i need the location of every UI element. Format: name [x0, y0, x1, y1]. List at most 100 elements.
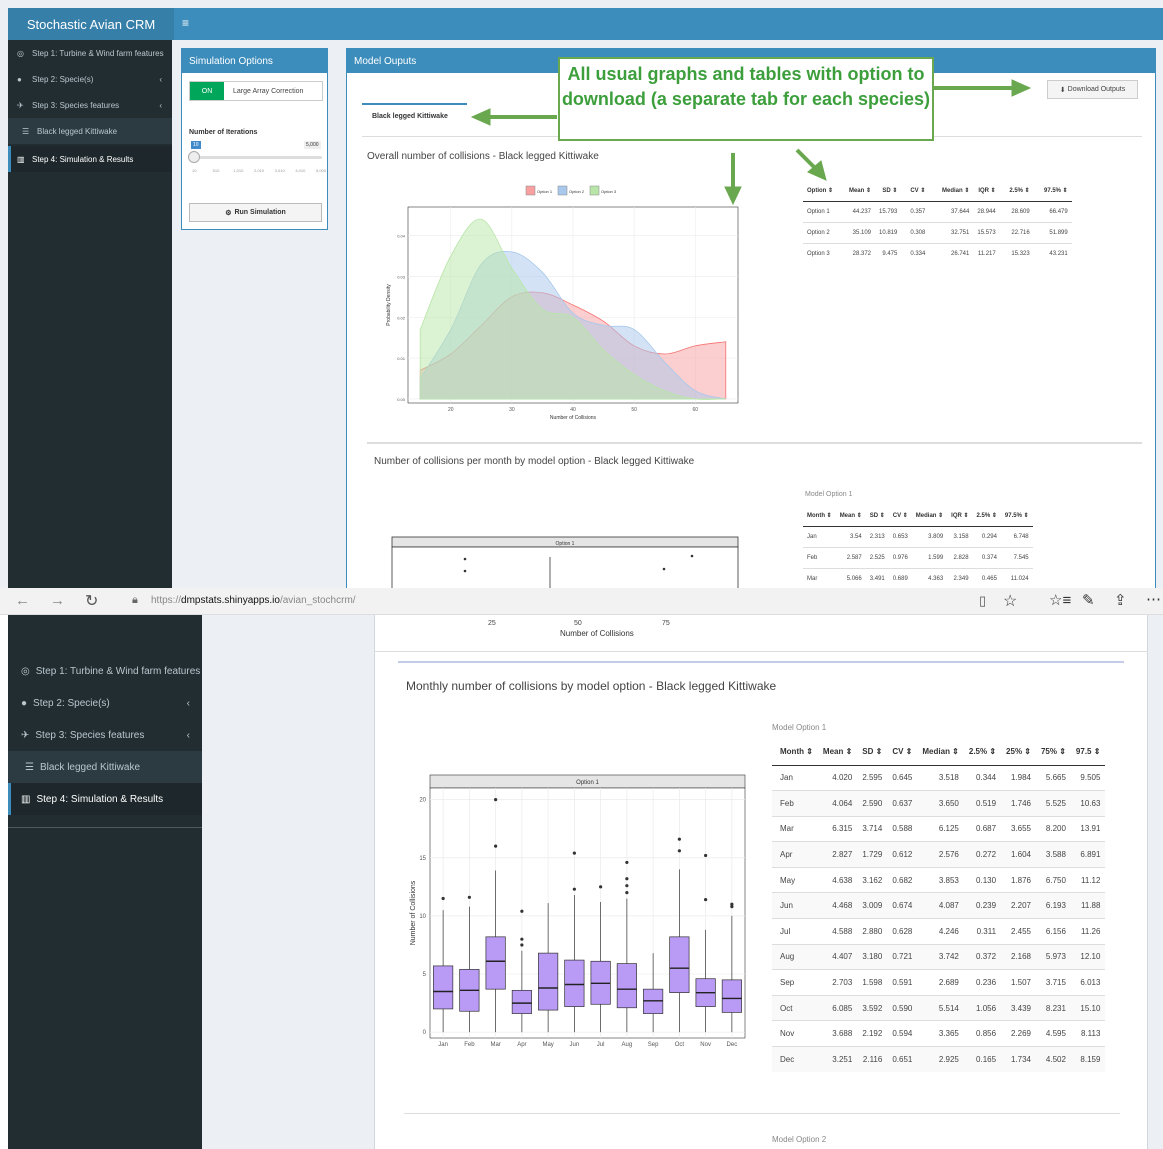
table-cell: 3.009 [857, 892, 888, 919]
more-icon[interactable]: ⋯ [1146, 590, 1161, 608]
outlier-point [677, 837, 681, 841]
sidebar: ◎ Step 1: Turbine & Wind farm features ● S… [8, 615, 202, 1149]
outlier-point [463, 569, 467, 573]
column-header[interactable]: Month ⇕ [772, 739, 818, 766]
table-cell: 0.721 [887, 943, 918, 970]
table-header-row: Month ⇕ Mean ⇕ SD ⇕ CV ⇕ Median ⇕ IQR ⇕ 2.5% ⇕… [803, 506, 1033, 527]
forward-icon[interactable]: → [50, 592, 65, 609]
month-table-container: Month ⇕ Mean ⇕ SD ⇕ CV ⇕ Median ⇕ 2.5% ⇕ 25% ⇕… [772, 739, 1163, 1073]
back-icon[interactable]: ← [15, 592, 30, 609]
sidebar-item-kittiwake[interactable]: ☰ Black legged Kittiwake [8, 751, 202, 783]
table-cell: 0.682 [887, 866, 918, 893]
column-header[interactable]: Mean ⇕ [817, 739, 858, 766]
column-header[interactable]: 97.5% ⇕ [1000, 506, 1033, 527]
pen-icon[interactable]: ✎ [1082, 591, 1095, 609]
table-cell: 0.687 [963, 815, 1002, 842]
table-cell: 4.588 [817, 918, 858, 945]
x-tick-label: May [542, 1042, 553, 1048]
month-table-container: Month ⇕ Mean ⇕ SD ⇕ CV ⇕ Median ⇕ IQR ⇕ 2.5% ⇕… [803, 506, 1033, 588]
table-cell: 3.251 [817, 1046, 858, 1073]
table-cell: Oct [772, 994, 818, 1021]
y-tick-label: 15 [419, 856, 426, 862]
table-cell: 1.604 [1001, 841, 1036, 868]
dashboard-icon: ◎ [21, 665, 30, 677]
table-cell: 0.651 [887, 1046, 918, 1073]
table-row: Apr 2.827 1.729 0.612 2.576 0.272 1.604 3.588 6.… [772, 841, 1106, 868]
reading-view-icon[interactable]: ▯ [979, 593, 986, 609]
section-divider [398, 661, 1124, 663]
favorites-hub-icon[interactable]: ☆≡ [1049, 591, 1071, 609]
table-cell: 11.88 [1070, 892, 1106, 919]
column-header[interactable]: 2.5% ⇕ [972, 506, 1001, 527]
column-header[interactable]: 97.5 ⇕ [1070, 739, 1106, 766]
outlier-point [625, 877, 629, 881]
sidebar-item-label: Step 1: Turbine & Wind farm features [35, 665, 201, 677]
y-tick-label: 0.00 [397, 397, 406, 402]
column-header[interactable]: Mean ⇕ [835, 506, 866, 527]
table-cell: 11.024 [1000, 567, 1033, 588]
table-cell: 3.491 [865, 567, 889, 588]
table-cell: 2.349 [947, 567, 973, 588]
table-cell: Sep [772, 969, 818, 996]
sidebar-item-step1[interactable]: ◎ Step 1: Turbine & Wind farm features [8, 655, 202, 687]
favorite-star-icon[interactable]: ☆ [1003, 591, 1017, 611]
table-cell: 3.715 [1035, 969, 1071, 996]
sidebar-item-step4[interactable]: ▥ Step 4: Simulation & Results [8, 783, 202, 815]
table-cell: 15.10 [1070, 994, 1106, 1021]
table-cell: 1.746 [1001, 790, 1036, 817]
table-cell: Feb [772, 790, 818, 817]
table-cell: 5.066 [835, 567, 866, 588]
table-cell: 5.665 [1035, 764, 1071, 791]
outlier-point [625, 884, 629, 888]
table-cell: 10.63 [1070, 790, 1106, 817]
table-cell: 5.514 [917, 994, 964, 1021]
column-header[interactable]: Month ⇕ [803, 506, 836, 527]
monthly-boxplot: Option 1 0 5 10 15 20 Jan Feb Mar Apr May Jun Jul Aug… [410, 774, 746, 1048]
table-cell: 1.729 [857, 841, 888, 868]
monthly-chart-preview: Option 1 [391, 536, 739, 588]
outlier-point [572, 851, 576, 855]
sidebar-item-step2[interactable]: ● Step 2: Specie(s) ‹ [8, 687, 202, 719]
x-tick-label: Aug [622, 1042, 633, 1048]
url-prefix: https:// [151, 595, 182, 606]
table-cell: 1.876 [1001, 866, 1036, 893]
table-row: Dec 3.251 2.116 0.651 2.925 0.165 1.734 4.502 8.… [772, 1046, 1106, 1073]
column-header[interactable]: SD ⇕ [857, 739, 888, 766]
column-header[interactable]: Median ⇕ [917, 739, 964, 766]
table-cell: 0.372 [963, 943, 1002, 970]
column-header[interactable]: 75% ⇕ [1035, 739, 1071, 766]
x-tick-label: 50 [631, 407, 637, 413]
axis-tick: 75 [662, 620, 670, 627]
x-tick-label: 40 [570, 407, 576, 413]
sidebar-item-step3[interactable]: ✈ Step 3: Species features ‹ [8, 719, 202, 751]
table-cell: 2.595 [857, 764, 888, 791]
outlier-point [494, 844, 498, 848]
table-cell: 4.502 [1035, 1046, 1071, 1073]
table-cell: 6.013 [1070, 969, 1106, 996]
table-cell: Jan [772, 764, 818, 791]
column-header[interactable]: IQR ⇕ [947, 506, 973, 527]
table-cell: 6.750 [1035, 866, 1071, 893]
column-header[interactable]: Median ⇕ [911, 506, 948, 527]
table-cell: Apr [772, 841, 818, 868]
share-icon[interactable]: ⇪ [1114, 591, 1127, 609]
x-tick-label: Jan [438, 1042, 448, 1048]
url-path: /avian_stochcrm/ [279, 595, 356, 606]
table-cell: 1.507 [1001, 969, 1036, 996]
model-option-1-label: Model Option 1 [772, 723, 827, 732]
table-cell: Jan [803, 525, 836, 547]
outlier-point [467, 895, 471, 899]
table-cell: 2.116 [857, 1046, 888, 1073]
table-cell: 0.645 [887, 764, 918, 791]
column-header[interactable]: CV ⇕ [888, 506, 912, 527]
refresh-icon[interactable]: ↻ [85, 591, 98, 611]
column-header[interactable]: SD ⇕ [865, 506, 889, 527]
month-table-top: Month ⇕ Mean ⇕ SD ⇕ CV ⇕ Median ⇕ IQR ⇕ 2.5% ⇕… [803, 506, 1033, 588]
table-cell: 1.734 [1001, 1046, 1036, 1073]
column-header[interactable]: 2.5% ⇕ [963, 739, 1002, 766]
table-row: Mar 6.315 3.714 0.588 6.125 0.687 3.655 8.200 13… [772, 815, 1106, 842]
table-cell: 4.595 [1035, 1020, 1071, 1047]
address-bar[interactable]: https://dmpstats.shinyapps.io/avian_stoc… [151, 595, 356, 606]
column-header[interactable]: CV ⇕ [887, 739, 918, 766]
column-header[interactable]: 25% ⇕ [1001, 739, 1036, 766]
